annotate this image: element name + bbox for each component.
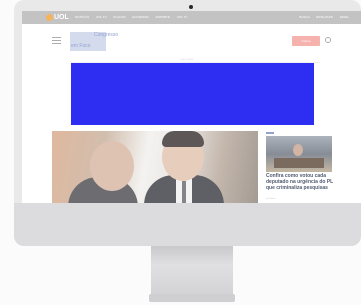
search-icon[interactable] [325,37,331,43]
side-story-tag [266,132,274,134]
side-story-photo[interactable] [266,136,332,172]
nav-item[interactable]: ECONOMIA [132,15,148,19]
person-left-head [90,141,134,191]
subscribe-button[interactable]: Assine [292,36,320,46]
monitor-stand [151,246,233,294]
camera-icon [189,5,193,9]
tie [182,181,186,203]
logo-text: UOL [54,14,69,21]
side-photo-desk [274,158,324,168]
browser-screen: UOL NOTÍCIAS UOL TV PLACAR ECONOMIA ESPO… [22,11,361,203]
ad-label: PUBLICIDADE [180,59,194,61]
side-photo-person [293,144,303,156]
brand-title-line1: Congresso [94,32,119,38]
hamburger-menu-icon[interactable] [52,37,61,44]
imac-mockup: UOL NOTÍCIAS UOL TV PLACAR ECONOMIA ESPO… [0,0,361,305]
ad-banner[interactable] [71,63,314,125]
monitor-base [149,294,235,302]
email-link[interactable]: EMAIL [340,15,349,19]
nav-item[interactable]: UOL TV [177,15,188,19]
site-logo[interactable]: UOL [46,14,69,21]
topbar-nav: NOTÍCIAS UOL TV PLACAR ECONOMIA ESPORTE … [75,15,193,20]
nav-item[interactable]: NOTÍCIAS [75,15,89,19]
busca-link[interactable]: BUSCA [299,15,309,19]
person-right-hair [162,131,204,147]
side-story-headline[interactable]: Confira como votou cada deputado na urgê… [266,173,336,191]
brand-title-line2: em Foco [71,43,91,49]
monitor-chin [14,203,361,246]
nav-item[interactable]: ESPORTE [156,15,170,19]
topbar-right-nav: BUSCA BATE-PAPO EMAIL [293,15,349,20]
logo-icon [46,14,53,21]
nav-item[interactable]: PLACAR [114,15,126,19]
lead-story-photo[interactable] [52,131,258,203]
side-story-meta: há 2 horas [266,198,276,200]
site-topbar: UOL NOTÍCIAS UOL TV PLACAR ECONOMIA ESPO… [22,11,361,24]
bate-papo-link[interactable]: BATE-PAPO [316,15,333,19]
nav-item[interactable]: UOL TV [96,15,107,19]
